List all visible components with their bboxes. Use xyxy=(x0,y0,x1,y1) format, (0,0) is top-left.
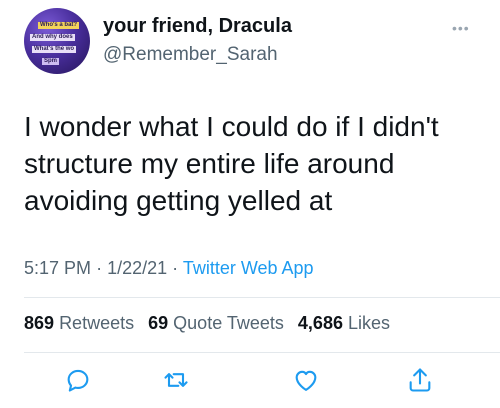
likes-label: Likes xyxy=(347,313,391,333)
avatar[interactable]: Who's a bat? And why does What's the wo … xyxy=(24,8,90,74)
meta-separator-2: · xyxy=(172,258,179,278)
tweet-date[interactable]: 1/22/21 xyxy=(107,258,167,278)
like-button[interactable] xyxy=(288,362,324,398)
likes-stat[interactable]: 4,686 Likes xyxy=(298,313,390,333)
tweet-text: I wonder what I could do if I didn't str… xyxy=(24,108,474,219)
more-dots-icon[interactable]: ••• xyxy=(452,20,470,36)
meta-separator-1: · xyxy=(96,258,103,278)
retweets-stat[interactable]: 869 Retweets xyxy=(24,313,134,333)
retweets-label: Retweets xyxy=(59,313,135,333)
reply-icon xyxy=(67,369,89,392)
engagement-stats: 869 Retweets 69 Quote Tweets 4,686 Likes xyxy=(24,313,399,334)
tweet-metadata: 5:17 PM · 1/22/21 · Twitter Web App xyxy=(24,258,314,279)
avatar-caption-2: And why does xyxy=(30,34,75,41)
likes-count: 4,686 xyxy=(297,313,343,333)
avatar-caption-3: What's the wo xyxy=(32,46,77,53)
quotes-count: 69 xyxy=(148,313,169,333)
quotes-label: Quote Tweets xyxy=(173,313,284,333)
user-handle[interactable]: @Remember_Sarah xyxy=(103,44,278,66)
tweet-time[interactable]: 5:17 PM xyxy=(24,258,91,278)
tweet-text-line-2: structure my entire life around xyxy=(24,148,395,179)
share-icon xyxy=(409,368,431,392)
share-button[interactable] xyxy=(402,362,438,398)
reply-button[interactable] xyxy=(60,362,96,398)
retweet-button[interactable] xyxy=(158,362,194,398)
avatar-caption-4: Spm xyxy=(42,58,60,65)
divider xyxy=(24,297,500,298)
retweets-count: 869 xyxy=(24,313,55,333)
heart-icon xyxy=(295,370,317,391)
tweet-source-link[interactable]: Twitter Web App xyxy=(183,258,314,278)
retweet-icon xyxy=(164,373,188,387)
divider xyxy=(24,352,500,353)
display-name[interactable]: your friend, Dracula xyxy=(103,15,292,38)
tweet-text-line-3: avoiding getting yelled at xyxy=(24,185,333,216)
avatar-caption-1: Who's a bat? xyxy=(38,22,80,29)
quotes-stat[interactable]: 69 Quote Tweets xyxy=(148,313,284,333)
tweet-text-line-1: I wonder what I could do if I didn't xyxy=(24,111,439,142)
